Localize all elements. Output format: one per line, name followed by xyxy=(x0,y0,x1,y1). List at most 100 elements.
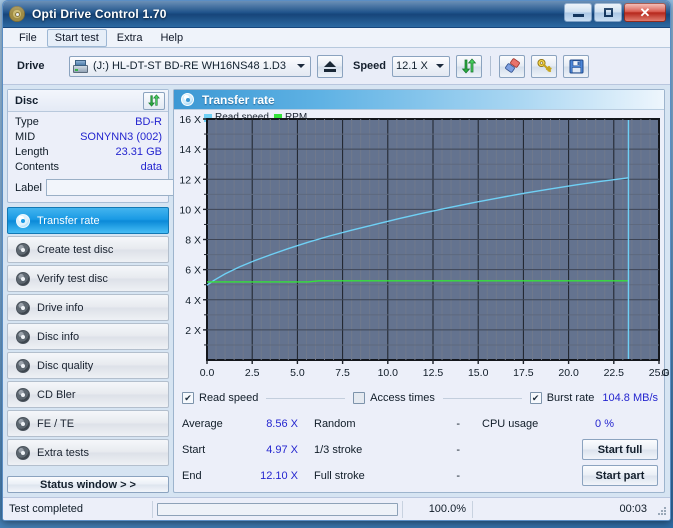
disc-row-value: data xyxy=(141,160,162,175)
drive-select[interactable]: (J:) HL-DT-ST BD-RE WH16NS48 1.D3 xyxy=(69,56,311,77)
svg-text:GB: GB xyxy=(661,367,671,379)
sidebar-item-transfer-rate[interactable]: Transfer rate xyxy=(7,207,169,234)
sidebar-spacer xyxy=(7,466,169,472)
svg-text:15.0: 15.0 xyxy=(468,367,489,379)
maximize-button[interactable] xyxy=(594,3,622,22)
stat-key: 1/3 stroke xyxy=(314,444,404,456)
disc-panel-header: Disc xyxy=(8,90,168,112)
transfer-rate-plot: 2 X4 X6 X8 X10 X12 X14 X16 X0.02.55.07.5… xyxy=(174,110,671,392)
sidebar-item-disc-quality[interactable]: Disc quality xyxy=(7,352,169,379)
menu-start-test[interactable]: Start test xyxy=(47,29,107,47)
eject-button[interactable] xyxy=(317,55,343,78)
disc-test-icon xyxy=(16,243,30,257)
stats-row: Start 4.97 X 1/3 stroke - Start full xyxy=(182,438,658,461)
menu-file[interactable]: File xyxy=(11,29,45,47)
refresh-arrows-icon xyxy=(147,94,161,107)
app-disc-icon xyxy=(9,6,26,23)
sidebar-item-label: Disc info xyxy=(37,331,79,343)
disc-test-icon xyxy=(16,446,30,460)
sidebar-item-label: Extra tests xyxy=(37,447,89,459)
sidebar-item-cd-bler[interactable]: CD Bler xyxy=(7,381,169,408)
svg-text:10.0: 10.0 xyxy=(378,367,399,379)
option-access-times[interactable]: ✔ Access times xyxy=(353,392,435,404)
stat-value: 0 % xyxy=(566,418,614,430)
burst-rate-label: Burst rate xyxy=(547,392,595,404)
chevron-down-icon xyxy=(433,58,447,75)
sidebar-item-drive-info[interactable]: Drive info xyxy=(7,294,169,321)
sidebar-item-disc-info[interactable]: Disc info xyxy=(7,323,169,350)
disc-test-icon xyxy=(16,301,30,315)
speed-select[interactable]: 12.1 X xyxy=(392,56,450,77)
disc-label-row: Label xyxy=(15,178,162,197)
erase-button[interactable] xyxy=(499,55,525,78)
disc-row-key: Type xyxy=(15,115,39,130)
disc-row-type: Type BD-R xyxy=(15,115,162,130)
save-floppy-icon xyxy=(569,59,584,74)
drive-select-value: (J:) HL-DT-ST BD-RE WH16NS48 1.D3 xyxy=(93,60,286,72)
status-window-button[interactable]: Status window > > xyxy=(7,476,169,493)
refresh-button[interactable] xyxy=(456,55,482,78)
disc-info-panel: Disc Type BD-R MID SONY xyxy=(7,89,169,203)
svg-text:8 X: 8 X xyxy=(185,235,201,247)
close-button[interactable]: ✕ xyxy=(624,3,666,22)
sidebar-item-create-test-disc[interactable]: Create test disc xyxy=(7,236,169,263)
key-button[interactable] xyxy=(531,55,557,78)
main-panel: Transfer rate Read speed RPM 2 X4 X6 X8 … xyxy=(173,89,665,493)
disc-test-icon xyxy=(16,272,30,286)
disc-row-value: BD-R xyxy=(135,115,162,130)
disc-row-value: SONYNN3 (002) xyxy=(80,130,162,145)
menu-help[interactable]: Help xyxy=(152,29,191,47)
disc-row-key: Length xyxy=(15,145,49,160)
start-part-button[interactable]: Start part xyxy=(582,465,658,486)
minimize-button[interactable] xyxy=(564,3,592,22)
body-area: Disc Type BD-R MID SONY xyxy=(3,85,670,497)
svg-text:5.0: 5.0 xyxy=(290,367,305,379)
resize-grip-icon[interactable] xyxy=(653,502,667,516)
start-full-button[interactable]: Start full xyxy=(582,439,658,460)
option-read-speed[interactable]: ✔ Read speed xyxy=(182,392,258,404)
read-speed-label: Read speed xyxy=(199,392,258,404)
chevron-down-icon xyxy=(294,58,308,75)
progress-cell xyxy=(153,501,403,518)
sidebar-item-label: Verify test disc xyxy=(37,273,108,285)
disc-info-rows: Type BD-R MID SONYNN3 (002) Length 23.31… xyxy=(8,112,168,202)
progress-percent: 100.0% xyxy=(403,501,473,518)
stat-value: - xyxy=(404,470,482,482)
sidebar-item-extra-tests[interactable]: Extra tests xyxy=(7,439,169,466)
sidebar-item-fe-te[interactable]: FE / TE xyxy=(7,410,169,437)
elapsed-time: 00:03 xyxy=(473,501,653,518)
svg-text:17.5: 17.5 xyxy=(513,367,534,379)
sidebar-item-verify-test-disc[interactable]: Verify test disc xyxy=(7,265,169,292)
transfer-rate-icon xyxy=(181,93,194,106)
window-title: Opti Drive Control 1.70 xyxy=(32,7,167,21)
svg-text:10 X: 10 X xyxy=(179,204,201,216)
disc-row-mid: MID SONYNN3 (002) xyxy=(15,130,162,145)
access-times-checkbox[interactable]: ✔ xyxy=(353,392,365,404)
svg-text:2.5: 2.5 xyxy=(245,367,260,379)
disc-panel-title: Disc xyxy=(15,95,38,107)
svg-text:22.5: 22.5 xyxy=(604,367,625,379)
eject-icon xyxy=(324,61,336,72)
disc-refresh-button[interactable] xyxy=(143,92,165,110)
drive-toolbar: Drive (J:) HL-DT-ST BD-RE WH16NS48 1.D3 … xyxy=(3,48,670,85)
menu-extra[interactable]: Extra xyxy=(109,29,151,47)
stat-key: CPU usage xyxy=(482,418,566,430)
panel-header: Transfer rate xyxy=(174,90,664,110)
svg-text:6 X: 6 X xyxy=(185,265,201,277)
sidebar-item-label: Create test disc xyxy=(37,244,113,256)
status-message: Test completed xyxy=(3,501,153,518)
svg-text:12.5: 12.5 xyxy=(423,367,444,379)
disc-row-key: MID xyxy=(15,130,35,145)
disc-test-icon xyxy=(16,359,30,373)
save-button[interactable] xyxy=(563,55,589,78)
stat-key: Random xyxy=(314,418,404,430)
burst-rate-checkbox[interactable]: ✔ xyxy=(530,392,542,404)
svg-text:0.0: 0.0 xyxy=(200,367,215,379)
toolbar-separator xyxy=(490,56,491,76)
stat-key: Start xyxy=(182,444,244,456)
menu-bar: File Start test Extra Help xyxy=(3,28,670,48)
read-speed-checkbox[interactable]: ✔ xyxy=(182,392,194,404)
window-controls: ✕ xyxy=(564,3,666,22)
option-burst-rate[interactable]: ✔ Burst rate xyxy=(530,392,595,404)
sidebar-item-label: Disc quality xyxy=(37,360,93,372)
